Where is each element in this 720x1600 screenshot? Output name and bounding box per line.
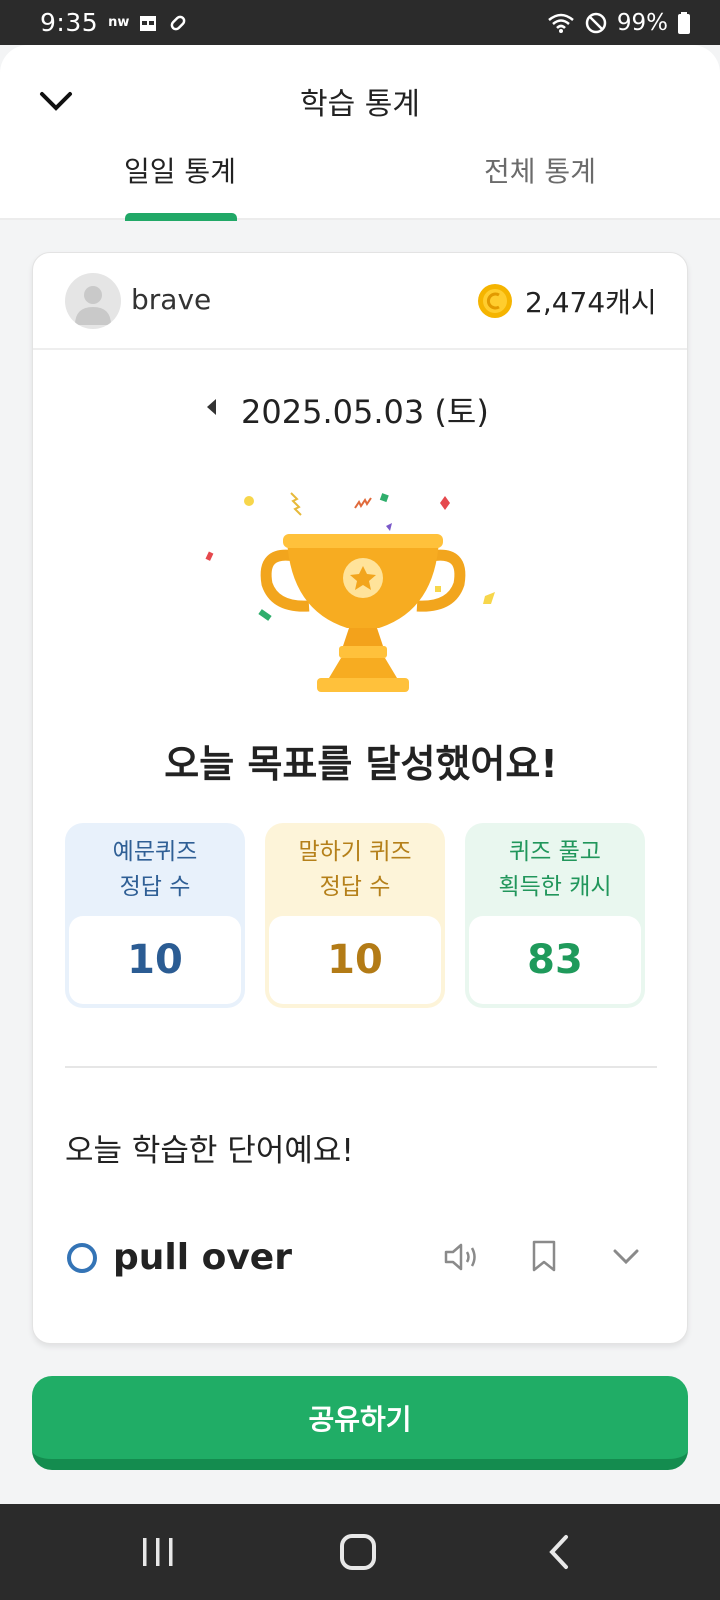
page-title: 학습 통계 xyxy=(300,87,420,122)
cash-amount: 2,474캐시 xyxy=(525,286,657,319)
speaker-icon[interactable] xyxy=(443,1241,479,1273)
nw-indicator: nw xyxy=(108,15,130,30)
calendar-icon xyxy=(140,15,157,31)
home-icon[interactable] xyxy=(340,1534,376,1570)
stat-label-line1: 말하기 퀴즈 xyxy=(298,838,412,865)
active-tab-indicator xyxy=(125,213,237,221)
divider xyxy=(65,1066,657,1068)
stat-label-line1: 예문퀴즈 xyxy=(112,838,198,865)
battery-icon xyxy=(678,11,690,34)
share-button[interactable]: 공유하기 xyxy=(32,1376,688,1470)
back-icon[interactable] xyxy=(546,1534,572,1570)
avatar xyxy=(65,273,121,329)
tab-total-stats[interactable]: 전체 통계 xyxy=(470,150,610,220)
stat-value: 10 xyxy=(269,916,441,1004)
stat-label-line2: 정답 수 xyxy=(119,873,191,900)
coin-icon xyxy=(478,284,512,318)
stat-label-line2: 획득한 캐시 xyxy=(498,873,612,900)
status-bar: 9:35 nw 99% xyxy=(0,0,720,45)
user-row: brave 2,474캐시 xyxy=(33,253,687,350)
stat-speaking-quiz: 말하기 퀴즈 정답 수 10 xyxy=(265,823,445,1008)
trophy-illustration xyxy=(205,492,495,692)
date-label: 2025.05.03 (토) xyxy=(241,393,489,431)
user-icon xyxy=(75,286,111,325)
stat-value: 83 xyxy=(469,916,641,1004)
recent-apps-icon[interactable] xyxy=(140,1536,176,1568)
daily-stats-card: brave 2,474캐시 2025.05.03 (토) 오늘 목표를 달성했어… xyxy=(32,252,688,1344)
prev-date-button[interactable] xyxy=(207,399,216,415)
link-icon xyxy=(171,15,186,30)
wifi-icon xyxy=(548,13,574,33)
battery-percent: 99% xyxy=(616,9,668,36)
stat-value: 10 xyxy=(69,916,241,1004)
username: brave xyxy=(131,283,212,316)
word-list-item[interactable]: pull over xyxy=(33,1223,687,1293)
status-time: 9:35 xyxy=(40,8,99,37)
word-status-circle-icon xyxy=(67,1243,97,1273)
bookmark-icon[interactable] xyxy=(531,1239,557,1273)
stat-label-line2: 정답 수 xyxy=(319,873,391,900)
word-text: pull over xyxy=(113,1237,292,1278)
stat-example-quiz: 예문퀴즈 정답 수 10 xyxy=(65,823,245,1008)
do-not-disturb-icon xyxy=(585,12,607,33)
goal-achieved-message: 오늘 목표를 달성했어요! xyxy=(164,742,558,786)
stat-label-line1: 퀴즈 풀고 xyxy=(509,838,601,865)
system-nav-bar xyxy=(0,1504,720,1600)
chevron-down-icon[interactable] xyxy=(611,1245,641,1269)
learned-words-title: 오늘 학습한 단어예요! xyxy=(65,1133,354,1169)
header: 학습 통계 일일 통계 전체 통계 xyxy=(0,45,720,221)
stat-earned-cash: 퀴즈 풀고 획득한 캐시 83 xyxy=(465,823,645,1008)
date-selector: 2025.05.03 (토) xyxy=(33,383,687,433)
tab-daily-stats[interactable]: 일일 통계 xyxy=(110,150,250,220)
